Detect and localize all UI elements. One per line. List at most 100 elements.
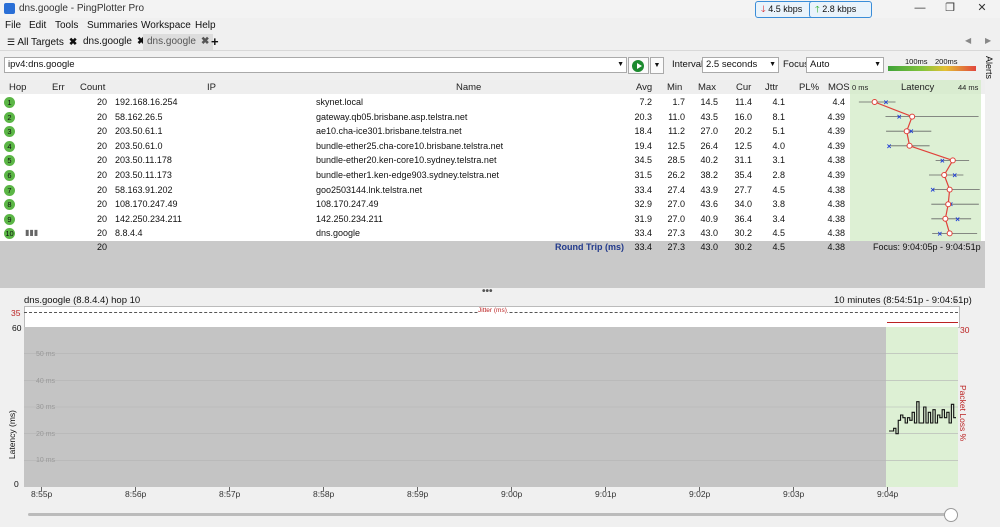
- table-row[interactable]: 6 20 203.50.11.173 bundle-ether1.ken-edge90…: [0, 168, 850, 183]
- summary-min: 27.3: [667, 242, 685, 252]
- col-pl[interactable]: PL%: [799, 81, 819, 94]
- col-err[interactable]: Err: [52, 81, 65, 94]
- table-row[interactable]: 2 20 58.162.26.5 gateway.qb05.brisbane.asp.…: [0, 110, 850, 125]
- col-avg[interactable]: Avg: [636, 81, 652, 94]
- menu-workspace[interactable]: Workspace: [141, 20, 191, 31]
- cell-ip: 142.250.234.211: [115, 213, 182, 224]
- y-axis-label: Latency (ms): [7, 410, 17, 460]
- cell-cur: 20.2: [734, 126, 752, 137]
- chevron-down-icon[interactable]: ⌄: [951, 294, 959, 305]
- alerts-side-tab[interactable]: Alerts: [984, 56, 994, 79]
- cell-max: 26.4: [700, 140, 718, 151]
- table-row[interactable]: 5 20 203.50.11.178 bundle-ether20.ken-core1…: [0, 153, 850, 168]
- cell-min: 27.3: [667, 228, 685, 239]
- col-latency[interactable]: Latency: [901, 81, 934, 94]
- target-input[interactable]: ipv4:dns.google ▼: [4, 57, 627, 73]
- current-value-marker: ×: [930, 186, 935, 195]
- close-icon[interactable]: ✖: [69, 37, 77, 48]
- current-value-marker: ×: [887, 142, 892, 151]
- table-row[interactable]: 4 20 203.50.61.0 bundle-ether25.cha-core10.…: [0, 139, 850, 154]
- focus-select[interactable]: Auto ▼: [806, 57, 884, 73]
- cell-ip: 58.163.91.202: [115, 184, 173, 195]
- summary-jttr: 4.5: [772, 242, 785, 252]
- restore-icon[interactable]: ❐: [935, 0, 965, 18]
- y-tick-50: 50 ms: [36, 351, 56, 358]
- menu-help[interactable]: Help: [195, 20, 216, 31]
- time-scroll-thumb[interactable]: [944, 508, 958, 522]
- cell-max: 27.0: [700, 126, 718, 137]
- chevron-down-icon[interactable]: ▼: [617, 58, 624, 72]
- menu-tools[interactable]: Tools: [55, 20, 78, 31]
- cell-jttr: 2.8: [772, 170, 785, 180]
- cell-avg: 31.9: [634, 213, 652, 224]
- table-row[interactable]: 8 20 108.170.247.49 108.170.247.49 32.9 27.0 4…: [0, 197, 850, 212]
- average-point: [906, 142, 913, 149]
- menu-file[interactable]: File: [5, 20, 21, 31]
- splitter-handle[interactable]: •••: [482, 286, 493, 297]
- col-jttr[interactable]: Jttr: [765, 81, 778, 94]
- cell-count: 20: [96, 170, 107, 180]
- add-tab-icon[interactable]: +: [207, 34, 223, 50]
- cell-mos: 4.39: [827, 170, 845, 180]
- col-cur[interactable]: Cur: [736, 81, 751, 94]
- play-button[interactable]: [628, 57, 649, 74]
- tab-all-targets[interactable]: ☰ All Targets ✖: [3, 34, 81, 50]
- average-point: [945, 201, 952, 208]
- tab-scroll-right-icon[interactable]: ▶: [985, 36, 991, 45]
- bar-chart-icon[interactable]: ▮▮▮: [25, 226, 38, 241]
- upload-rate-badge[interactable]: 🡑 2.8 kbps: [809, 1, 872, 18]
- table-row[interactable]: 7 20 58.163.91.202 goo2503144.lnk.telstra.n…: [0, 183, 850, 198]
- cell-count: 20: [96, 199, 107, 210]
- col-count[interactable]: Count: [80, 81, 105, 94]
- y-tick-0: 0: [14, 479, 19, 489]
- cell-name: skynet.local: [316, 97, 364, 107]
- hop-number-badge: 9: [4, 213, 15, 225]
- cell-count: 20: [96, 97, 107, 107]
- col-name[interactable]: Name: [456, 81, 481, 94]
- download-rate: 4.5 kbps: [768, 4, 803, 14]
- minimize-icon[interactable]: —: [905, 0, 935, 18]
- window-title: dns.google - PingPlotter Pro: [19, 3, 145, 14]
- cell-max: 40.9: [700, 213, 718, 224]
- time-scroll-track[interactable]: [28, 513, 958, 516]
- col-hop[interactable]: Hop: [9, 81, 26, 94]
- arrow-up-icon: 🡑: [815, 4, 820, 14]
- col-ip[interactable]: IP: [207, 81, 216, 94]
- summary-avg: 33.4: [634, 242, 652, 252]
- average-latency-path: [874, 101, 954, 234]
- scale-100-label: 100ms: [905, 57, 928, 66]
- cell-avg: 33.4: [634, 228, 652, 239]
- cell-avg: 7.2: [639, 97, 652, 107]
- cell-cur: 27.7: [734, 184, 752, 195]
- table-row[interactable]: 3 20 203.50.61.1 ae10.cha-ice301.brisbane.t…: [0, 124, 850, 139]
- interval-select[interactable]: 2.5 seconds ▼: [702, 57, 779, 73]
- latency-max-label: 44 ms: [958, 83, 979, 92]
- current-value-marker: ×: [952, 171, 957, 180]
- cell-ip: 203.50.61.1: [115, 126, 163, 137]
- menu-summaries[interactable]: Summaries: [87, 20, 138, 31]
- cell-name: 142.250.234.211: [316, 213, 383, 224]
- cell-cur: 36.4: [734, 213, 752, 224]
- col-min[interactable]: Min: [667, 81, 682, 94]
- x-tick-label: 8:57p: [219, 489, 241, 499]
- tab-scroll-left-icon[interactable]: ◀: [965, 36, 971, 45]
- tab-dns-google-active[interactable]: dns.google ✖: [143, 34, 214, 50]
- average-point: [941, 172, 948, 178]
- table-row[interactable]: 10 20 8.8.4.4 dns.google 33.4 27.3 43.0 30.2 4.5…: [0, 226, 850, 241]
- cell-ip: 58.162.26.5: [115, 111, 163, 122]
- close-icon[interactable]: ✕: [967, 0, 997, 18]
- col-max[interactable]: Max: [698, 81, 716, 94]
- x-tick-label: 9:04p: [877, 489, 899, 499]
- cell-ip: 108.170.247.49: [115, 199, 178, 210]
- hop-number-badge: 3: [4, 126, 15, 138]
- cell-ip: 203.50.11.173: [115, 170, 172, 180]
- menu-edit[interactable]: Edit: [29, 20, 46, 31]
- col-mos[interactable]: MOS: [828, 81, 850, 94]
- play-dropdown-icon[interactable]: ▼: [650, 57, 664, 74]
- table-row[interactable]: 1 20 192.168.16.254 skynet.local 7.2 1.7 14.5 1…: [0, 95, 850, 110]
- hop-number-badge: 7: [4, 184, 15, 196]
- tab-dns-google[interactable]: dns.google ✖: [79, 34, 149, 50]
- cell-jttr: 4.5: [772, 184, 785, 195]
- y-tick-30: 30 ms: [36, 404, 56, 411]
- table-row[interactable]: 9 20 142.250.234.211 142.250.234.211 31.9 27.…: [0, 212, 850, 227]
